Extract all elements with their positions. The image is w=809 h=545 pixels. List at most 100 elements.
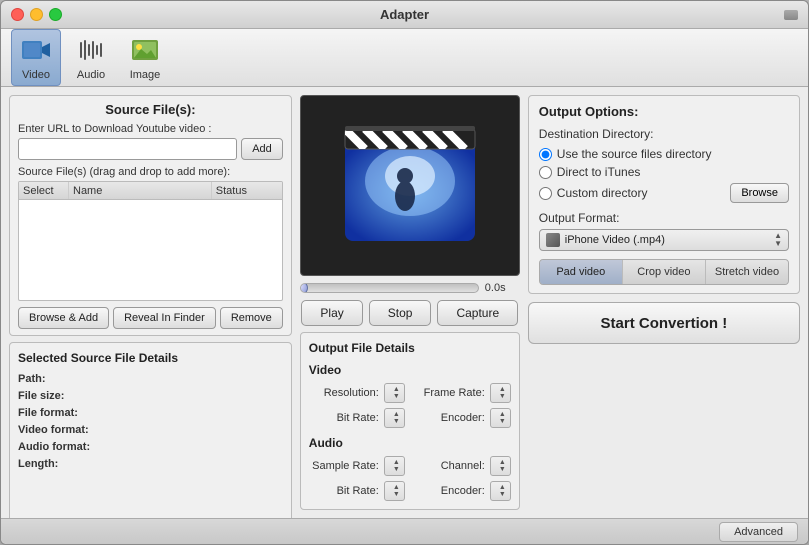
video-fields-grid: Resolution: ▲▼ Frame Rate: ▲▼ Bit Rate:: [309, 383, 511, 428]
resolution-arrow: ▲▼: [393, 386, 400, 400]
maximize-button[interactable]: [49, 8, 62, 21]
close-button[interactable]: [11, 8, 24, 21]
format-select[interactable]: iPhone Video (.mp4) ▲▼: [539, 229, 789, 251]
file-details-title: Selected Source File Details: [18, 351, 283, 365]
radio-source-dir: Use the source files directory: [539, 147, 789, 161]
audio-bitrate-row: Bit Rate: ▲▼: [309, 481, 405, 501]
window-title: Adapter: [380, 7, 429, 22]
add-button[interactable]: Add: [241, 138, 283, 160]
toolbar-image-label: Image: [130, 69, 161, 81]
advanced-button[interactable]: Advanced: [719, 522, 798, 542]
audio-fields-grid: Sample Rate: ▲▼ Channel: ▲▼: [309, 456, 511, 501]
time-label: 0.0s: [485, 282, 520, 294]
output-browse-button[interactable]: Browse: [730, 183, 789, 203]
source-section: Source File(s): Enter URL to Download Yo…: [9, 95, 292, 336]
toolbar-audio[interactable]: Audio: [67, 30, 115, 85]
detail-path: Path:: [18, 373, 283, 385]
middle-panel: 0.0s Play Stop Capture Output File Detai…: [300, 95, 520, 510]
video-encoder-row: Encoder: ▲▼: [415, 408, 511, 428]
framerate-label: Frame Rate:: [415, 387, 485, 399]
crop-video-btn[interactable]: Crop video: [623, 260, 706, 284]
progress-bar[interactable]: [300, 283, 479, 293]
samplerate-label: Sample Rate:: [309, 460, 379, 472]
detail-fileformat-key: File format:: [18, 407, 108, 419]
toolbar-audio-label: Audio: [77, 69, 105, 81]
audio-encoder-label: Encoder:: [415, 485, 485, 497]
detail-videoformat: Video format:: [18, 424, 283, 436]
toolbar: Video Audio: [1, 29, 808, 87]
col-status-header: Status: [212, 182, 282, 199]
format-text: iPhone Video (.mp4): [565, 234, 774, 246]
browse-add-button[interactable]: Browse & Add: [18, 307, 109, 329]
media-buttons: Play Stop Capture: [300, 300, 520, 326]
preview-area: [300, 95, 520, 276]
resolution-select[interactable]: ▲▼: [384, 383, 405, 403]
toolbar-video-label: Video: [22, 69, 50, 81]
capture-button[interactable]: Capture: [437, 300, 518, 326]
stop-button[interactable]: Stop: [369, 300, 432, 326]
video-mode-row: Pad video Crop video Stretch video: [539, 259, 789, 285]
audio-bitrate-label: Bit Rate:: [309, 485, 379, 497]
stretch-video-btn[interactable]: Stretch video: [706, 260, 788, 284]
file-table: Select Name Status: [18, 181, 283, 301]
samplerate-row: Sample Rate: ▲▼: [309, 456, 405, 476]
col-select-header: Select: [19, 182, 69, 199]
file-table-body: [19, 200, 282, 300]
channel-select[interactable]: ▲▼: [490, 456, 511, 476]
start-conversion-button[interactable]: Start Convertion !: [528, 302, 800, 344]
output-options: Output Options: Destination Directory: U…: [528, 95, 800, 294]
toolbar-image[interactable]: Image: [121, 30, 169, 85]
window-controls: [11, 8, 62, 21]
resolution-label: Resolution:: [309, 387, 379, 399]
right-panel: Output Options: Destination Directory: U…: [528, 95, 800, 510]
action-row: Browse & Add Reveal In Finder Remove: [18, 307, 283, 329]
radio-source-dir-input[interactable]: [539, 148, 552, 161]
audio-encoder-select[interactable]: ▲▼: [490, 481, 511, 501]
main-content: Source File(s): Enter URL to Download Yo…: [1, 87, 808, 518]
audio-encoder-arrow: ▲▼: [499, 484, 506, 498]
toolbar-video[interactable]: Video: [11, 29, 61, 86]
framerate-select[interactable]: ▲▼: [490, 383, 511, 403]
progress-row: 0.0s: [300, 282, 520, 294]
file-details-panel: Selected Source File Details Path: File …: [9, 342, 292, 518]
status-bar: Advanced: [1, 518, 808, 544]
video-encoder-select[interactable]: ▲▼: [490, 408, 511, 428]
detail-audioformat: Audio format:: [18, 441, 283, 453]
audio-bitrate-arrow: ▲▼: [393, 484, 400, 498]
framerate-row: Frame Rate: ▲▼: [415, 383, 511, 403]
detail-fileformat: File format:: [18, 407, 283, 419]
detail-audioformat-key: Audio format:: [18, 441, 108, 453]
radio-source-dir-label: Use the source files directory: [557, 147, 712, 161]
file-table-header: Select Name Status: [19, 182, 282, 200]
audio-icon: [75, 34, 107, 66]
audio-bitrate-select[interactable]: ▲▼: [384, 481, 405, 501]
source-title: Source File(s):: [18, 102, 283, 117]
samplerate-select[interactable]: ▲▼: [384, 456, 405, 476]
url-label: Enter URL to Download Youtube video :: [18, 123, 283, 135]
left-panel: Source File(s): Enter URL to Download Yo…: [9, 95, 292, 510]
video-bitrate-select[interactable]: ▲▼: [384, 408, 405, 428]
radio-itunes-input[interactable]: [539, 166, 552, 179]
video-encoder-label: Encoder:: [415, 412, 485, 424]
audio-section: Audio Sample Rate: ▲▼ Channel: ▲▼: [309, 436, 511, 501]
detail-length: Length:: [18, 458, 283, 470]
col-name-header: Name: [69, 182, 212, 199]
detail-filesize-key: File size:: [18, 390, 108, 402]
audio-encoder-row: Encoder: ▲▼: [415, 481, 511, 501]
radio-custom-input[interactable]: [539, 187, 552, 200]
window-resize-control: [784, 10, 798, 20]
url-input[interactable]: [18, 138, 237, 160]
reveal-finder-button[interactable]: Reveal In Finder: [113, 307, 216, 329]
main-window: Adapter Video: [0, 0, 809, 545]
play-button[interactable]: Play: [301, 300, 362, 326]
video-bitrate-arrow: ▲▼: [393, 411, 400, 425]
minimize-button[interactable]: [30, 8, 43, 21]
samplerate-arrow: ▲▼: [393, 459, 400, 473]
format-arrows: ▲▼: [774, 232, 782, 248]
pad-video-btn[interactable]: Pad video: [540, 260, 623, 284]
channel-label: Channel:: [415, 460, 485, 472]
title-bar: Adapter: [1, 1, 808, 29]
framerate-arrow: ▲▼: [499, 386, 506, 400]
remove-button[interactable]: Remove: [220, 307, 283, 329]
detail-path-key: Path:: [18, 373, 108, 385]
